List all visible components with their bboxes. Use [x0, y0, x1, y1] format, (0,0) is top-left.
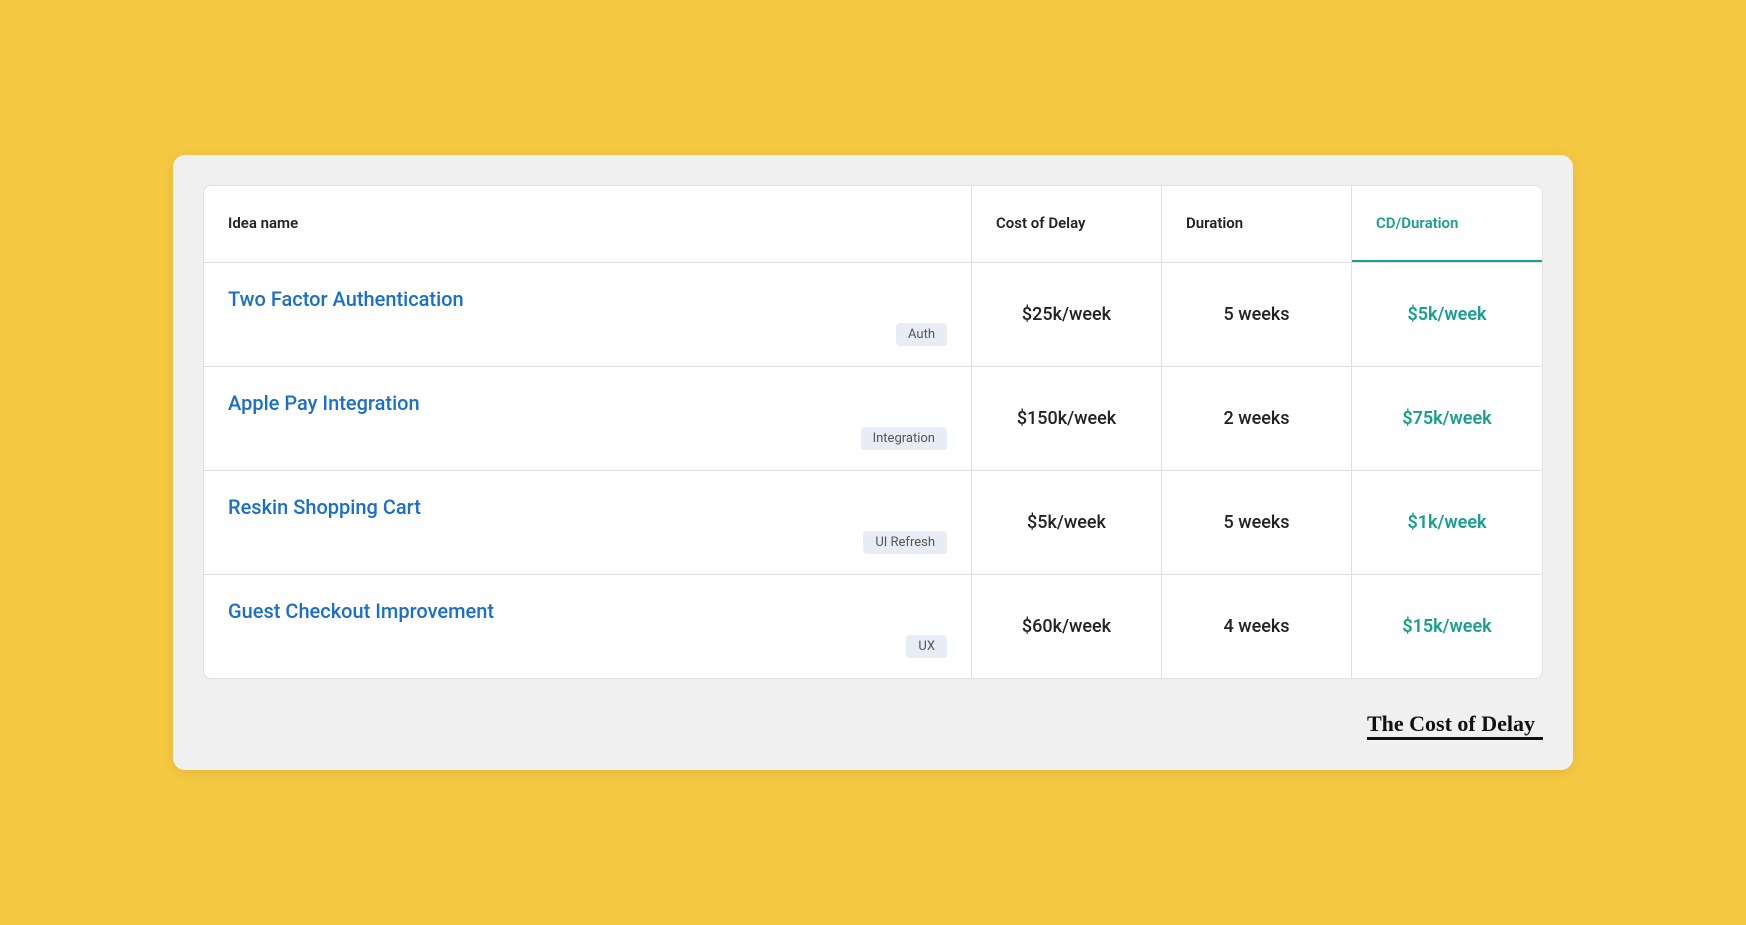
header-cd-duration: CD/Duration	[1352, 186, 1542, 262]
idea-name-2[interactable]: Reskin Shopping Cart	[228, 495, 947, 519]
table-body: Two Factor Authentication Auth $25k/week…	[204, 263, 1542, 678]
idea-name-1[interactable]: Apple Pay Integration	[228, 391, 947, 415]
cost-of-delay-cell-3: $60k/week	[972, 575, 1162, 678]
cost-of-delay-cell-2: $5k/week	[972, 471, 1162, 574]
idea-tag-2: UI Refresh	[863, 531, 947, 554]
idea-tag-1: Integration	[861, 427, 947, 450]
duration-cell-3: 4 weeks	[1162, 575, 1352, 678]
idea-cell-2: Reskin Shopping Cart UI Refresh	[204, 471, 972, 574]
cd-duration-cell-2: $1k/week	[1352, 471, 1542, 574]
idea-tag-3: UX	[906, 635, 947, 658]
duration-cell-1: 2 weeks	[1162, 367, 1352, 470]
cost-of-delay-cell-0: $25k/week	[972, 263, 1162, 366]
idea-cell-0: Two Factor Authentication Auth	[204, 263, 972, 366]
cd-duration-cell-0: $5k/week	[1352, 263, 1542, 366]
table-row[interactable]: Two Factor Authentication Auth $25k/week…	[204, 263, 1542, 367]
idea-name-0[interactable]: Two Factor Authentication	[228, 287, 947, 311]
duration-cell-0: 5 weeks	[1162, 263, 1352, 366]
cd-duration-cell-1: $75k/week	[1352, 367, 1542, 470]
priority-table: Idea name Cost of Delay Duration CD/Dura…	[203, 185, 1543, 679]
header-cost-of-delay: Cost of Delay	[972, 186, 1162, 262]
table-row[interactable]: Apple Pay Integration Integration $150k/…	[204, 367, 1542, 471]
main-card: Idea name Cost of Delay Duration CD/Dura…	[173, 155, 1573, 770]
cost-of-delay-cell-1: $150k/week	[972, 367, 1162, 470]
cd-duration-cell-3: $15k/week	[1352, 575, 1542, 678]
table-row[interactable]: Reskin Shopping Cart UI Refresh $5k/week…	[204, 471, 1542, 575]
idea-cell-3: Guest Checkout Improvement UX	[204, 575, 972, 678]
idea-cell-1: Apple Pay Integration Integration	[204, 367, 972, 470]
footer-area: The Cost of Delay	[203, 687, 1543, 740]
duration-cell-2: 5 weeks	[1162, 471, 1352, 574]
footer-title: The Cost of Delay	[1367, 711, 1543, 740]
table-row[interactable]: Guest Checkout Improvement UX $60k/week …	[204, 575, 1542, 678]
header-idea-name: Idea name	[204, 186, 972, 262]
idea-name-3[interactable]: Guest Checkout Improvement	[228, 599, 947, 623]
header-duration: Duration	[1162, 186, 1352, 262]
table-header: Idea name Cost of Delay Duration CD/Dura…	[204, 186, 1542, 263]
idea-tag-0: Auth	[896, 323, 947, 346]
